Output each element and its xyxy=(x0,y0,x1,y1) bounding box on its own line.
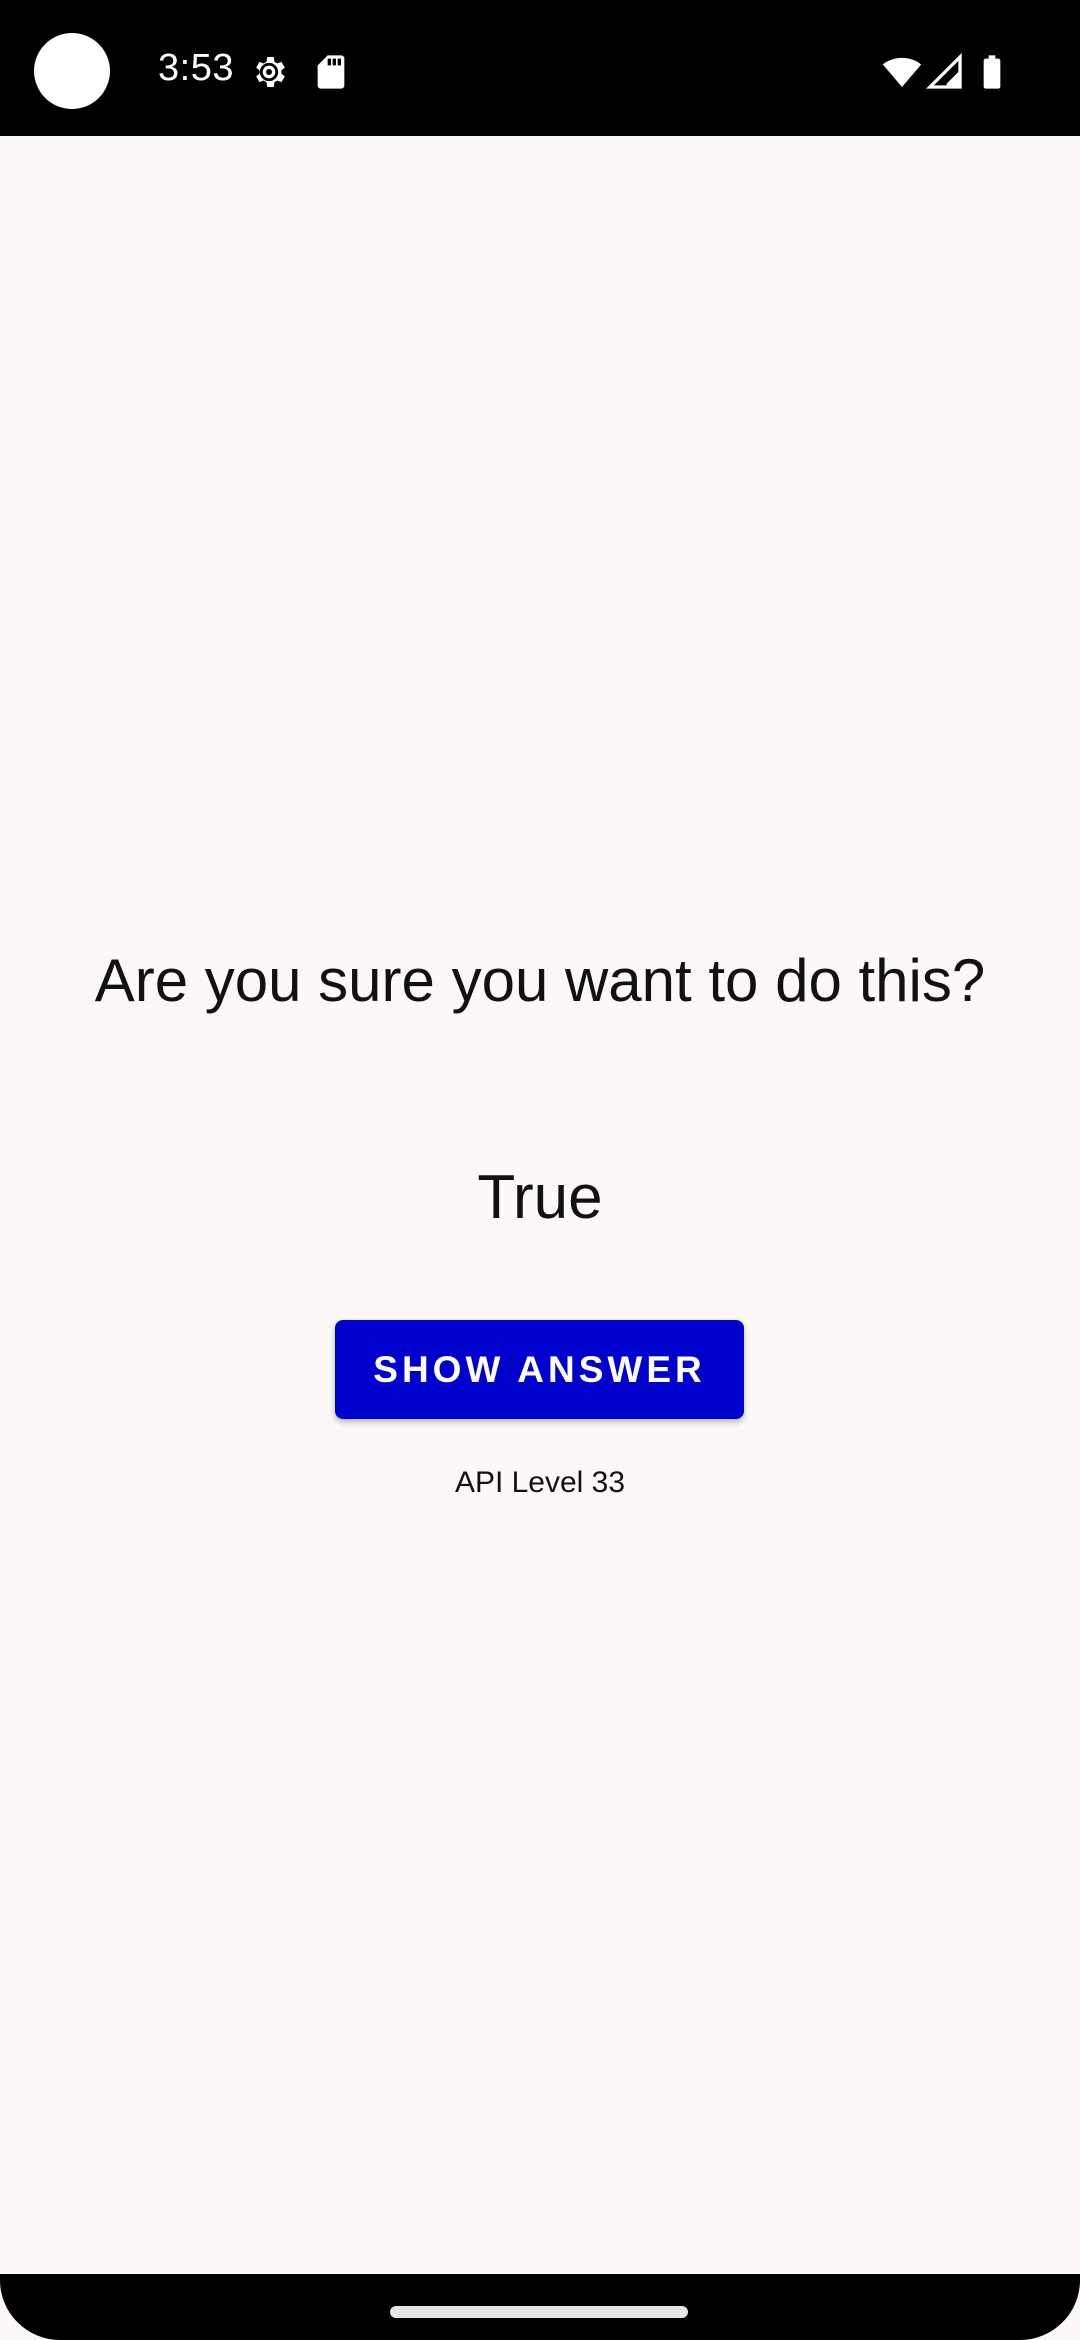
screen: 3:53 Are you sure you want to do this? T… xyxy=(0,0,1080,2340)
settings-icon xyxy=(249,52,289,92)
show-answer-button[interactable]: SHOW ANSWER xyxy=(335,1320,744,1419)
status-time: 3:53 xyxy=(158,47,234,89)
question-text: Are you sure you want to do this? xyxy=(94,947,986,1014)
signal-icon xyxy=(925,52,965,92)
battery-icon xyxy=(972,52,1012,92)
status-bar: 3:53 xyxy=(0,0,1080,136)
answer-text: True xyxy=(477,1163,603,1232)
home-gesture-handle[interactable] xyxy=(390,2306,688,2318)
wifi-icon xyxy=(882,52,922,92)
sd-card-icon xyxy=(311,52,351,92)
camera-cutout xyxy=(34,33,110,109)
api-level-text: API Level 33 xyxy=(454,1466,626,1499)
